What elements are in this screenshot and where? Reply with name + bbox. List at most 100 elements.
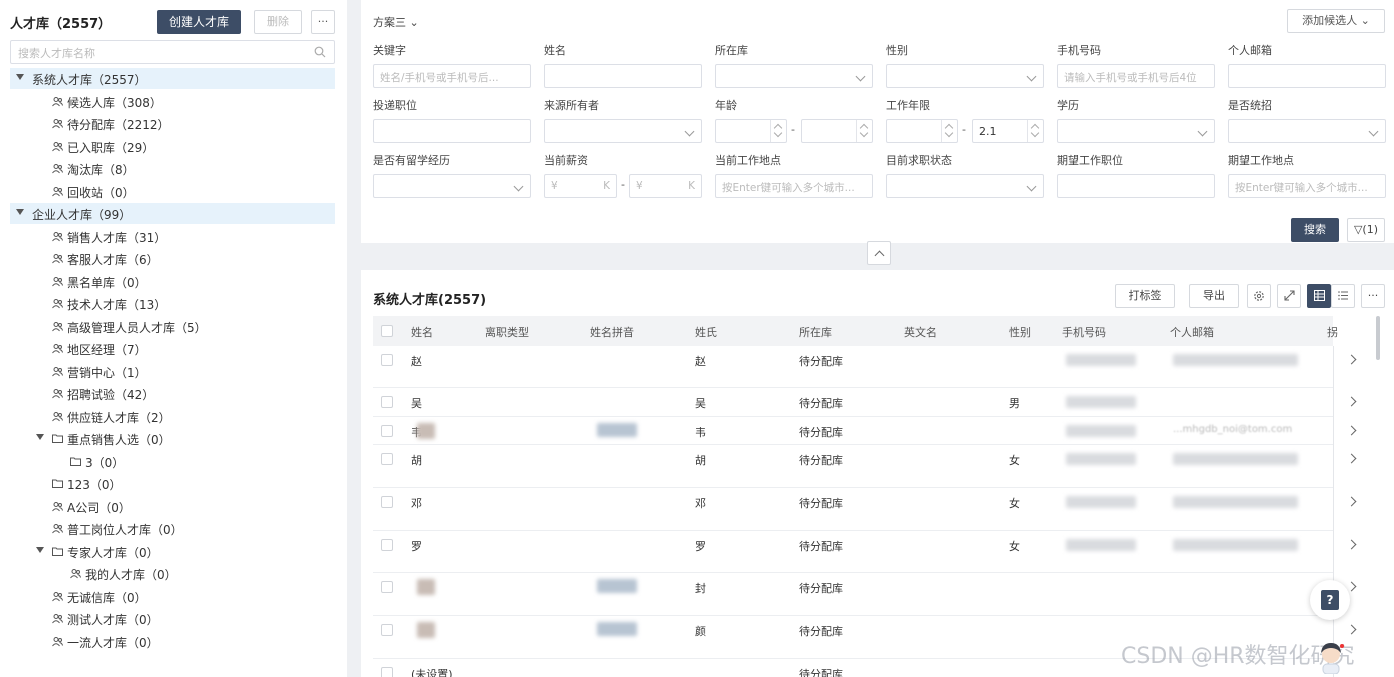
tree-item[interactable]: 营销中心（1） <box>0 361 335 382</box>
select-all-checkbox[interactable] <box>381 325 393 337</box>
tree-item[interactable]: 供应链人才库（2） <box>0 406 335 427</box>
column-header[interactable]: 拐 <box>1327 324 1338 340</box>
tree-item[interactable]: 系统人才库（2557） <box>10 68 335 89</box>
caret-down-icon[interactable] <box>16 209 24 215</box>
name-input[interactable] <box>544 64 702 88</box>
tree-item[interactable]: 我的人才库（0） <box>0 563 335 584</box>
row-checkbox[interactable] <box>381 453 393 465</box>
row-checkbox[interactable] <box>381 624 393 636</box>
tree-item[interactable]: 重点销售人选（0） <box>0 428 335 449</box>
column-header[interactable]: 姓氏 <box>695 324 717 340</box>
age-min-stepper[interactable] <box>770 120 786 142</box>
add-candidate-button[interactable]: 添加候选人 ⌄ <box>1287 9 1385 33</box>
age-max-stepper[interactable] <box>856 120 872 142</box>
tree-item[interactable]: 已入职库（29） <box>0 136 335 157</box>
chevron-right-icon[interactable] <box>1346 624 1357 635</box>
tree-item[interactable]: 企业人才库（99） <box>10 203 335 224</box>
column-header[interactable]: 个人邮箱 <box>1170 324 1214 340</box>
scheme-selector[interactable]: 方案三 ⌄ <box>373 14 419 30</box>
salary-min-input[interactable]: ¥ K <box>544 174 617 198</box>
column-header[interactable]: 手机号码 <box>1062 324 1106 340</box>
tree-item[interactable]: 技术人才库（13） <box>0 293 335 314</box>
table-view-button[interactable] <box>1307 284 1331 308</box>
work-years-min-stepper[interactable] <box>941 120 957 142</box>
delete-button[interactable]: 删除 <box>254 10 302 34</box>
tree-item[interactable]: 回收站（0） <box>0 181 335 202</box>
email-input[interactable] <box>1228 64 1386 88</box>
location-input[interactable]: 按Enter键可输入多个城市... <box>715 174 873 198</box>
chevron-right-icon[interactable] <box>1346 496 1357 507</box>
work-years-max-input[interactable]: 2.1 <box>972 119 1044 143</box>
chevron-right-icon[interactable] <box>1346 453 1357 464</box>
salary-max-input[interactable]: ¥ K <box>629 174 702 198</box>
expected-position-input[interactable] <box>1057 174 1215 198</box>
column-header[interactable]: 姓名拼音 <box>590 324 634 340</box>
column-header[interactable]: 所在库 <box>799 324 832 340</box>
tree-item[interactable]: 专家人才库（0） <box>0 541 335 562</box>
gender-select[interactable] <box>886 64 1044 88</box>
create-library-button[interactable]: 创建人才库 <box>157 10 241 34</box>
phone-input[interactable]: 请输入手机号或手机号后4位 <box>1057 64 1215 88</box>
more-button[interactable]: ··· <box>311 10 335 34</box>
status-select[interactable] <box>886 174 1044 198</box>
position-input[interactable] <box>373 119 531 143</box>
tree-item[interactable]: 招聘试验（42） <box>0 383 335 404</box>
export-button[interactable]: 导出 <box>1189 284 1239 308</box>
table-row[interactable]: 韦韦待分配库...mhgdb_noi@tom.com <box>373 417 1357 445</box>
list-view-button[interactable] <box>1331 284 1355 308</box>
row-checkbox[interactable] <box>381 581 393 593</box>
tree-item[interactable]: A公司（0） <box>0 496 335 517</box>
row-checkbox[interactable] <box>381 539 393 551</box>
help-button[interactable]: ? <box>1310 580 1350 620</box>
work-years-max-stepper[interactable] <box>1027 120 1043 142</box>
assistant-avatar-icon[interactable] <box>1316 640 1346 674</box>
tree-item[interactable]: 候选人库（308） <box>0 91 335 112</box>
table-row[interactable]: 罗 罗 待分配库 女 <box>373 531 1357 573</box>
tree-item[interactable]: 地区经理（7） <box>0 338 335 359</box>
education-select[interactable] <box>1057 119 1215 143</box>
owner-select[interactable] <box>544 119 702 143</box>
chevron-right-icon[interactable] <box>1346 354 1357 365</box>
chevron-right-icon[interactable] <box>1346 539 1357 550</box>
advanced-filter-button[interactable]: ▽(1) <box>1347 218 1385 242</box>
tree-item[interactable]: 淘汰库（8） <box>0 158 335 179</box>
tree-item[interactable]: 无诚信库（0） <box>0 586 335 607</box>
tree-item[interactable]: 客服人才库（6） <box>0 248 335 269</box>
table-row[interactable]: 邓 邓 待分配库 女 <box>373 488 1357 531</box>
row-checkbox[interactable] <box>381 354 393 366</box>
tree-item[interactable]: 普工岗位人才库（0） <box>0 518 335 539</box>
tree-item[interactable]: 一流人才库（0） <box>0 631 335 652</box>
row-checkbox[interactable] <box>381 667 393 677</box>
work-years-min-input[interactable] <box>886 119 958 143</box>
age-min-input[interactable] <box>715 119 787 143</box>
library-search-input[interactable]: 搜索人才库名称 <box>10 40 335 64</box>
tree-item[interactable]: 123（0） <box>0 473 335 494</box>
caret-down-icon[interactable] <box>36 434 44 440</box>
tree-item[interactable]: 待分配库（2212） <box>0 113 335 134</box>
tree-item[interactable]: 测试人才库（0） <box>0 608 335 629</box>
table-row[interactable]: 胡 胡 待分配库 女 <box>373 445 1357 488</box>
search-button[interactable]: 搜索 <box>1291 218 1339 242</box>
caret-down-icon[interactable] <box>36 546 44 553</box>
column-header[interactable]: 英文名 <box>904 324 937 340</box>
tree-item[interactable]: 黑名单库（0） <box>0 271 335 292</box>
table-row[interactable]: 赵 赵 待分配库 <box>373 346 1357 388</box>
table-row[interactable]: 封 待分配库 <box>373 573 1357 616</box>
chevron-right-icon[interactable] <box>1346 396 1357 407</box>
table-scrollbar[interactable] <box>1376 316 1380 360</box>
tree-item[interactable]: 高级管理人员人才库（5） <box>0 316 335 337</box>
fullscreen-button[interactable] <box>1277 284 1301 308</box>
chevron-right-icon[interactable] <box>1346 425 1357 436</box>
table-more-button[interactable]: ··· <box>1361 284 1385 308</box>
tree-item[interactable]: 3（0） <box>0 451 335 472</box>
settings-button[interactable] <box>1247 284 1271 308</box>
keyword-input[interactable]: 姓名/手机号或手机号后... <box>373 64 531 88</box>
age-max-input[interactable] <box>801 119 873 143</box>
chevron-right-icon[interactable] <box>1346 581 1357 592</box>
tag-button[interactable]: 打标签 <box>1115 284 1175 308</box>
column-header[interactable]: 性别 <box>1009 324 1031 340</box>
overseas-select[interactable] <box>373 174 531 198</box>
caret-down-icon[interactable] <box>16 74 24 80</box>
column-header[interactable]: 离职类型 <box>485 324 529 340</box>
expected-location-input[interactable]: 按Enter键可输入多个城市... <box>1228 174 1386 198</box>
